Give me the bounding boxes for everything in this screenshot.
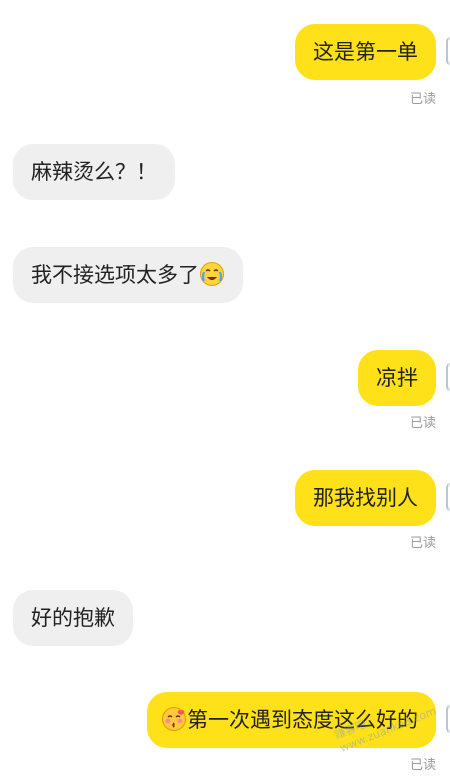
avatar[interactable]	[446, 36, 450, 66]
outgoing-message-bubble[interactable]: 凉拌	[358, 350, 436, 406]
avatar[interactable]	[446, 482, 450, 512]
message-text: 这是第一单	[313, 40, 418, 64]
message-text: 我不接选项太多了	[31, 263, 199, 287]
crying-face-icon	[200, 262, 224, 286]
read-status: 已读	[409, 536, 436, 551]
incoming-message-bubble[interactable]: 好的抱歉	[13, 590, 133, 646]
message-row: 凉拌 已读	[0, 350, 450, 440]
message-row: 这是第一单 已读	[0, 24, 450, 114]
incoming-message-bubble[interactable]: 麻辣烫么？！	[13, 144, 175, 200]
message-text: 麻辣烫么？！	[31, 160, 157, 184]
message-text: 好的抱歉	[31, 606, 115, 630]
read-status: 已读	[409, 92, 436, 107]
read-status: 已读	[409, 416, 436, 431]
avatar[interactable]	[446, 704, 450, 734]
incoming-message-bubble[interactable]: 我不接选项太多了	[13, 247, 243, 303]
read-status: 已读	[409, 758, 436, 773]
message-row: 麻辣烫么？！	[0, 144, 450, 200]
message-row: 好的抱歉	[0, 590, 450, 646]
message-row: 我不接选项太多了	[0, 247, 450, 303]
outgoing-message-bubble[interactable]: 那我找别人	[295, 470, 436, 526]
message-text: 凉拌	[376, 366, 418, 390]
message-row: 那我找别人 已读	[0, 470, 450, 560]
outgoing-message-bubble[interactable]: 这是第一单	[295, 24, 436, 80]
kissing-face-icon	[162, 707, 186, 731]
avatar[interactable]	[446, 362, 450, 392]
message-text: 那我找别人	[313, 486, 418, 510]
